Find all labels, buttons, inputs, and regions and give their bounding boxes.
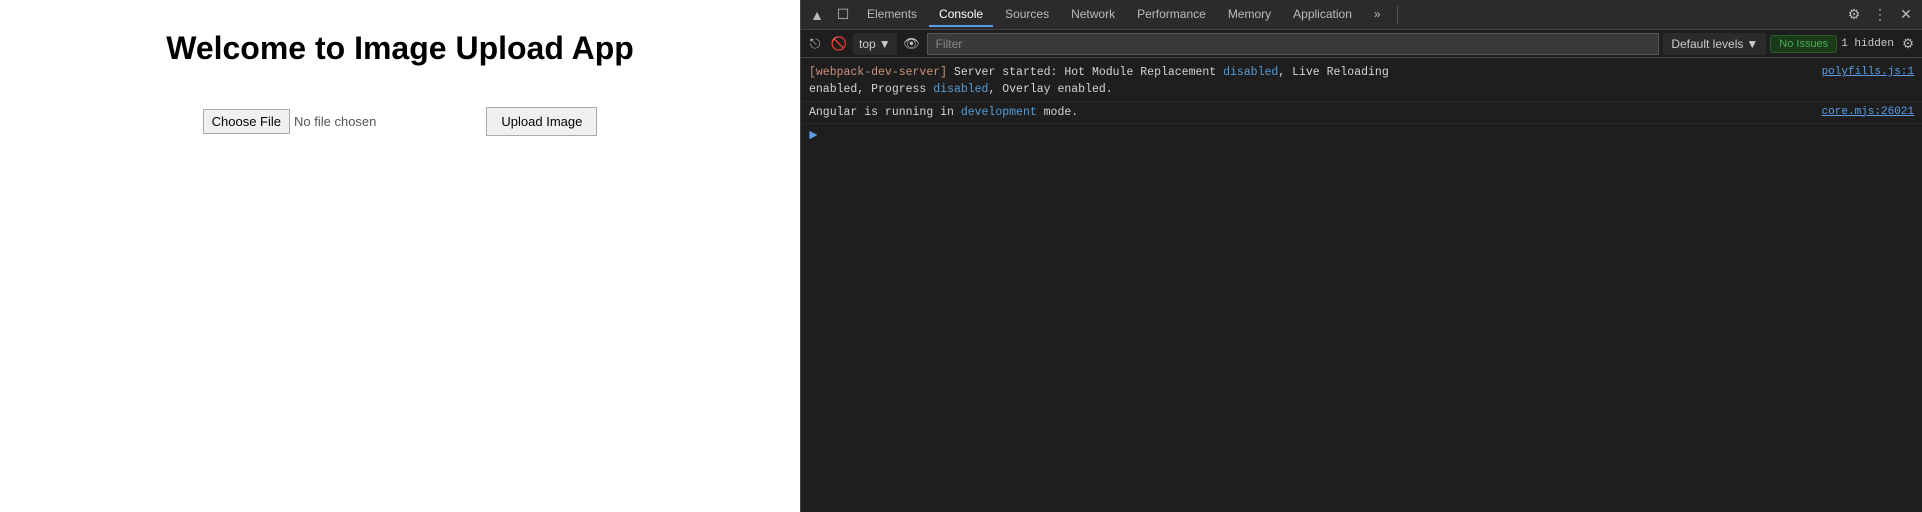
block-icon[interactable]: 🚫 — [829, 34, 849, 54]
chevron-down-icon: ▼ — [879, 37, 891, 51]
console-source-1[interactable]: polyfills.js:1 — [1822, 64, 1914, 81]
tab-performance[interactable]: Performance — [1127, 3, 1216, 27]
device-toolbar-icon[interactable]: ☐ — [831, 3, 855, 27]
console-line: [webpack-dev-server] Server started: Hot… — [801, 62, 1922, 102]
default-levels-button[interactable]: Default levels ▼ — [1663, 33, 1766, 55]
console-message-2: Angular is running in development mode. — [809, 104, 1810, 121]
devtools-icon-right: ⚙ ⋮ ✕ — [1842, 3, 1918, 27]
console-line: Angular is running in development mode. … — [801, 102, 1922, 124]
tab-memory[interactable]: Memory — [1218, 3, 1281, 27]
tab-elements[interactable]: Elements — [857, 3, 927, 27]
console-output: [webpack-dev-server] Server started: Hot… — [801, 58, 1922, 512]
hidden-badge[interactable]: 1 hidden — [1841, 38, 1894, 50]
close-devtools-icon[interactable]: ✕ — [1894, 3, 1918, 27]
default-levels-label: Default levels — [1671, 37, 1743, 51]
no-issues-badge[interactable]: No Issues — [1770, 35, 1837, 53]
tab-console[interactable]: Console — [929, 3, 993, 27]
filter-input[interactable] — [927, 33, 1660, 55]
console-level-select[interactable]: top ▼ — [853, 33, 897, 55]
app-title: Welcome to Image Upload App — [166, 30, 634, 67]
devtools-panel: ▲ ☐ Elements Console Sources Network Per… — [800, 0, 1922, 512]
settings-icon[interactable]: ⚙ — [1842, 3, 1866, 27]
console-level-label: top — [859, 37, 876, 51]
clear-console-icon[interactable]: ⎋ — [805, 34, 825, 54]
tab-sources[interactable]: Sources — [995, 3, 1059, 27]
eye-icon[interactable]: 👁 — [901, 33, 923, 55]
tab-network[interactable]: Network — [1061, 3, 1125, 27]
console-prompt-line: ► — [801, 124, 1922, 148]
devtools-secondary-bar: ⎋ 🚫 top ▼ 👁 Default levels ▼ No Issues 1… — [801, 30, 1922, 58]
no-file-label: No file chosen — [294, 114, 376, 129]
file-input-wrapper: Choose File No file chosen — [203, 109, 377, 134]
devtools-toolbar: ▲ ☐ Elements Console Sources Network Per… — [801, 0, 1922, 30]
upload-image-button[interactable]: Upload Image — [486, 107, 597, 136]
choose-file-button[interactable]: Choose File — [203, 109, 290, 134]
tab-application[interactable]: Application — [1283, 3, 1362, 27]
chevron-down-icon-2: ▼ — [1746, 37, 1758, 51]
tab-separator — [1397, 6, 1398, 24]
app-panel: Welcome to Image Upload App Choose File … — [0, 0, 800, 512]
inspect-element-icon[interactable]: ▲ — [805, 3, 829, 27]
console-source-2[interactable]: core.mjs:26021 — [1822, 104, 1914, 121]
console-settings-icon[interactable]: ⚙ — [1898, 34, 1918, 54]
prompt-arrow-icon: ► — [809, 128, 817, 144]
console-message-1: [webpack-dev-server] Server started: Hot… — [809, 64, 1810, 99]
more-options-icon[interactable]: ⋮ — [1868, 3, 1892, 27]
tab-more[interactable]: » — [1364, 3, 1391, 27]
upload-controls: Choose File No file chosen Upload Image — [203, 107, 598, 136]
